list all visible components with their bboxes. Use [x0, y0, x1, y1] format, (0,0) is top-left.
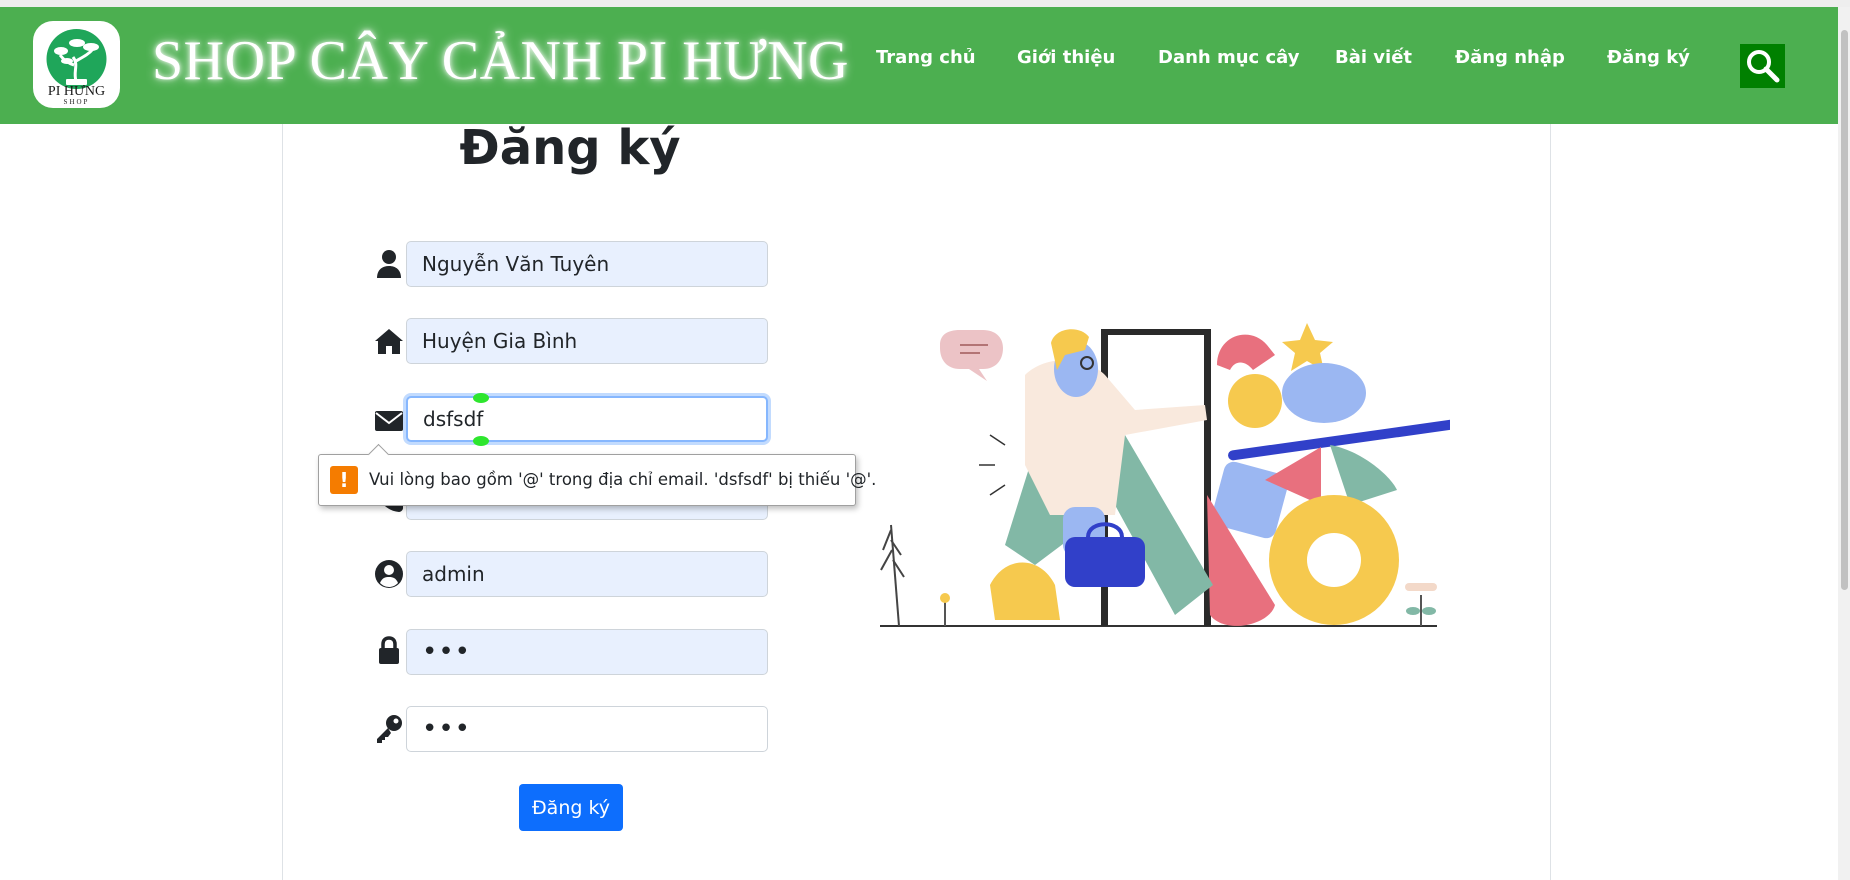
address-input[interactable]	[406, 318, 768, 364]
search-icon	[1747, 50, 1780, 83]
user-circle-icon	[375, 560, 403, 588]
password-input[interactable]	[406, 629, 768, 675]
site-title: SHOP CÂY CẢNH PI HƯNG	[152, 30, 849, 92]
logo-text-sub: SHOP	[63, 98, 90, 106]
focus-marker-top	[473, 393, 489, 403]
page-title: Đăng ký	[459, 120, 681, 176]
email-validation-tooltip: ! Vui lòng bao gồm '@' trong địa chỉ ema…	[318, 443, 876, 506]
registration-illustration	[880, 323, 1450, 627]
nav-home[interactable]: Trang chủ	[876, 47, 976, 68]
nav-plant-categories[interactable]: Danh mục cây	[1158, 47, 1300, 68]
navbar: PI HƯNG SHOP SHOP CÂY CẢNH PI HƯNG Trang…	[0, 7, 1838, 124]
username-input[interactable]	[406, 551, 768, 597]
nav-articles[interactable]: Bài viết	[1335, 47, 1412, 68]
warning-icon: !	[330, 466, 358, 494]
container-border-left	[282, 124, 283, 880]
validation-message: Vui lòng bao gồm '@' trong địa chỉ email…	[369, 470, 877, 489]
nav-about[interactable]: Giới thiệu	[1017, 47, 1115, 68]
nav-register[interactable]: Đăng ký	[1607, 47, 1690, 68]
lock-icon	[379, 636, 399, 664]
home-icon	[375, 329, 403, 354]
email-input[interactable]	[406, 396, 768, 442]
shop-logo[interactable]: PI HƯNG SHOP	[33, 21, 120, 108]
focus-marker-bottom	[473, 436, 489, 446]
key-icon	[377, 715, 402, 743]
container-border-right	[1550, 124, 1551, 880]
browser-top-strip	[0, 0, 1850, 7]
fullname-input[interactable]	[406, 241, 768, 287]
confirm-password-input[interactable]	[406, 706, 768, 752]
envelope-icon	[375, 411, 403, 431]
search-button[interactable]	[1740, 44, 1785, 88]
tooltip-arrow	[367, 443, 390, 466]
user-icon	[377, 250, 401, 278]
nav-login[interactable]: Đăng nhập	[1455, 47, 1565, 68]
register-submit-button[interactable]: Đăng ký	[519, 784, 623, 831]
scrollbar-thumb[interactable]	[1841, 30, 1848, 590]
